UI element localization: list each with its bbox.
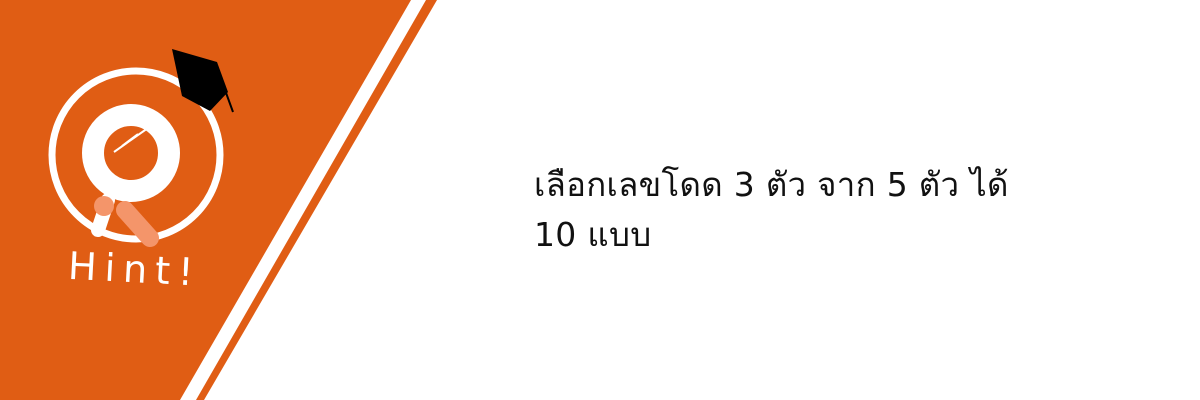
hint-line-1: เลือกเลขโดด 3 ตัว จาก 5 ตัว ได้ — [534, 165, 1009, 204]
hint-line-2: 10 แบบ — [534, 215, 652, 254]
hint-message: เลือกเลขโดด 3 ตัว จาก 5 ตัว ได้ 10 แบบ — [534, 160, 1009, 260]
hint-logo-text: Hint! — [67, 244, 202, 295]
